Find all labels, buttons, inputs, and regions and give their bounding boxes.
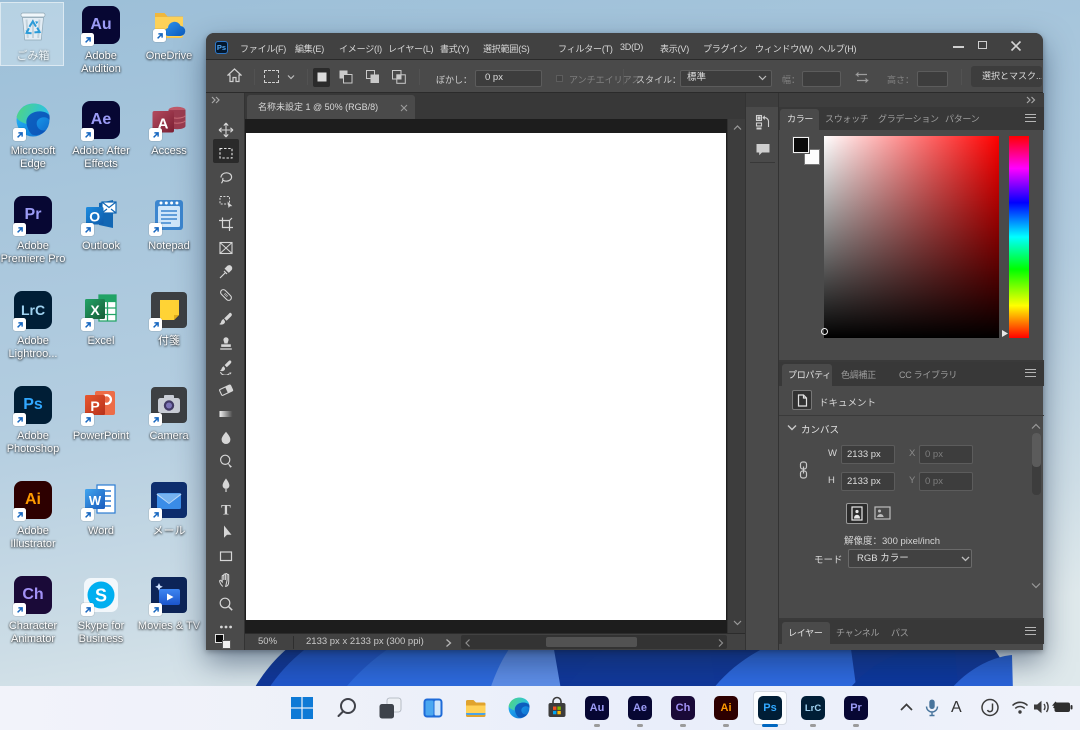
svg-text:X: X <box>90 302 100 318</box>
svg-text:P: P <box>90 398 99 414</box>
svg-text:T: T <box>221 502 231 517</box>
svg-text:W: W <box>89 493 102 508</box>
svg-text:S: S <box>95 586 107 606</box>
